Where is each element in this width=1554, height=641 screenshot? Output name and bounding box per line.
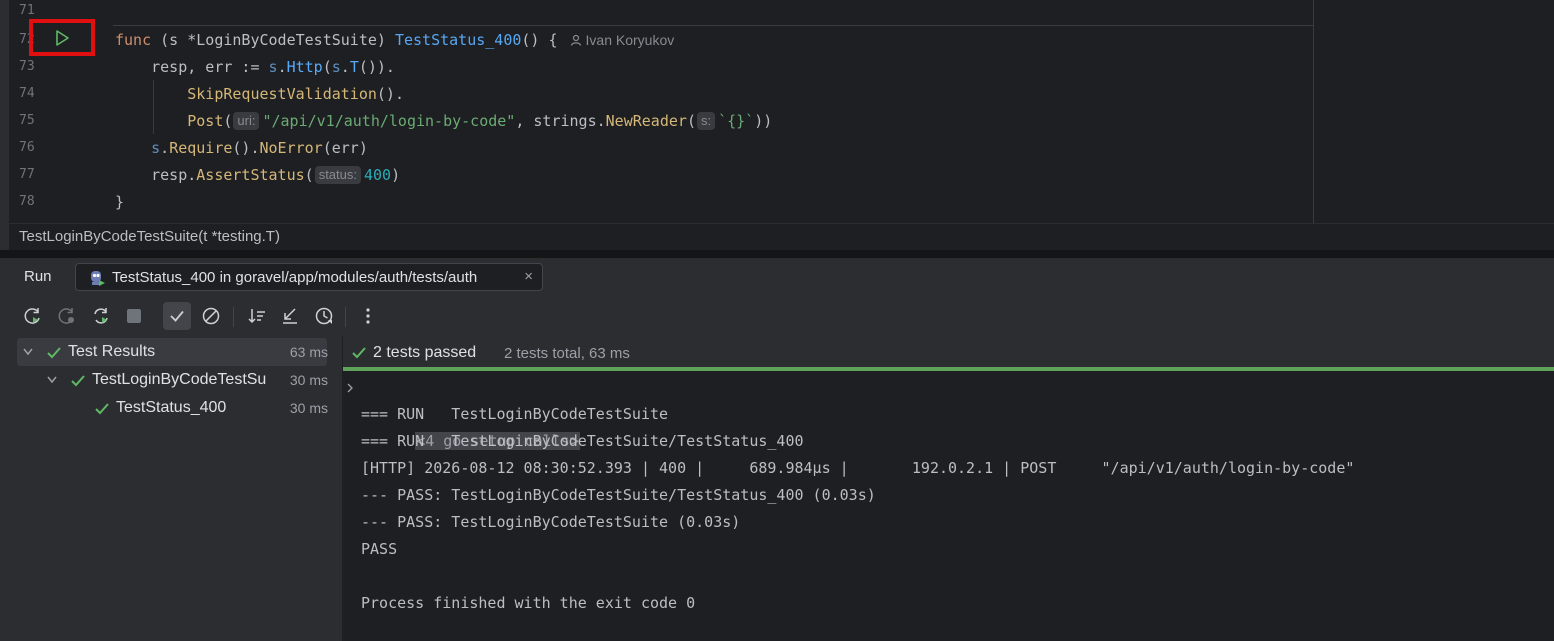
rerun-icon (24, 308, 40, 324)
tree-item-test[interactable]: TestStatus_400 30 ms (17, 394, 328, 422)
run-header: Run TestStatus_400 in goravel/app/module… (9, 258, 1554, 296)
code-line-77: resp.AssertStatus(status: 400) (151, 166, 401, 184)
toolbar-separator (233, 307, 234, 327)
tree-item-label: Test Results (68, 343, 156, 360)
code-line-74: SkipRequestValidation(). (187, 85, 404, 103)
param-hint-s: s: (696, 112, 716, 130)
breadcrumb[interactable]: TestLoginByCodeTestSuite(t *testing.T) (9, 223, 1554, 250)
duration-label: 63 ms (289, 344, 328, 360)
test-progress-bar (343, 367, 1554, 371)
rerun-automatically-button[interactable] (87, 302, 115, 330)
line-number: 76 (19, 140, 35, 155)
run-tool-window: Run TestStatus_400 in goravel/app/module… (9, 258, 1554, 641)
breadcrumb-item[interactable]: TestLoginByCodeTestSuite(t *testing.T) (19, 228, 280, 245)
left-tool-strip (0, 0, 9, 641)
code-line-75: Post(uri: "/api/v1/auth/login-by-code", s… (187, 112, 773, 130)
user-icon (570, 34, 581, 46)
test-history-button[interactable] (310, 302, 338, 330)
right-margin-guide (1313, 0, 1314, 223)
rerun-button[interactable] (19, 302, 47, 330)
console-line: PASS (361, 540, 398, 558)
run-window-title: Run (24, 268, 52, 285)
go-test-icon (91, 271, 105, 286)
console-line: --- PASS: TestLoginByCodeTestSuite (0.03… (361, 513, 741, 531)
code-line-78: } (115, 193, 125, 211)
check-icon (95, 403, 109, 415)
rerun-failed-button[interactable] (53, 302, 81, 330)
run-tab-label: TestStatus_400 in goravel/app/modules/au… (112, 269, 478, 286)
collapse-icon (283, 308, 297, 324)
rerun-failed-icon (58, 308, 74, 324)
param-hint-uri: uri: (233, 112, 260, 130)
line-number: 77 (19, 167, 35, 182)
show-ignored-toggle[interactable] (197, 302, 225, 330)
console-line: --- PASS: TestLoginByCodeTestSuite/TestS… (361, 486, 876, 504)
run-toolbar (9, 298, 1554, 334)
console-line: [HTTP] 2026-08-12 08:30:52.393 | 400 | 6… (361, 459, 1355, 477)
line-number: 78 (19, 194, 35, 209)
code-editor[interactable]: 71 72 73 74 75 76 77 78 func (s *LoginBy… (0, 0, 1554, 641)
sort-icon (248, 309, 265, 324)
code-area[interactable]: func (s *LoginByCodeTestSuite) TestStatu… (113, 0, 1313, 223)
more-options-button[interactable] (354, 302, 382, 330)
folded-setup-calls[interactable]: <4 go setup calls> (347, 374, 580, 450)
test-status-bar: 2 tests passed 2 tests total, 63 ms (343, 336, 1554, 370)
editor-gutter: 71 72 73 74 75 76 77 78 (9, 0, 113, 223)
test-results-tree[interactable]: Test Results 63 ms TestLoginByCodeTestSu… (9, 336, 342, 641)
console-line: === RUN TestLoginByCodeTestSuite (361, 405, 669, 423)
tests-total-label: 2 tests total, 63 ms (504, 345, 630, 362)
code-line-72: func (s *LoginByCodeTestSuite) TestStatu… (115, 31, 675, 49)
console-line: Process finished with the exit code 0 (361, 594, 696, 612)
code-line-76: s.Require().NoError(err) (151, 139, 368, 157)
chevron-down-icon[interactable] (46, 375, 58, 385)
panel-splitter[interactable] (0, 250, 1554, 258)
tree-item-label: TestStatus_400 (116, 399, 227, 416)
collapse-button[interactable] (276, 302, 304, 330)
check-icon (47, 347, 61, 359)
close-icon[interactable]: × (524, 268, 533, 285)
code-line-73: resp, err := s.Http(s.T()). (151, 58, 395, 76)
rerun-auto-icon (94, 308, 108, 324)
run-config-tab[interactable]: TestStatus_400 in goravel/app/modules/au… (75, 263, 543, 291)
line-number: 73 (19, 59, 35, 74)
more-icon (366, 308, 370, 324)
duration-label: 30 ms (289, 372, 328, 388)
chevron-down-icon[interactable] (22, 347, 34, 357)
check-icon (71, 375, 85, 387)
show-passed-toggle[interactable] (163, 302, 191, 330)
tree-item-test-results[interactable]: Test Results 63 ms (17, 338, 328, 366)
run-test-gutter-button[interactable] (29, 19, 95, 56)
tree-item-label: TestLoginByCodeTestSu (92, 371, 267, 388)
chevron-right-icon[interactable] (346, 383, 354, 393)
line-number: 74 (19, 86, 35, 101)
history-icon (315, 307, 333, 325)
author-hint[interactable]: Ivan Koryukov (570, 32, 674, 48)
param-hint-status: status: (314, 166, 361, 184)
console-output[interactable]: 2 tests passed 2 tests total, 63 ms <4 g… (343, 336, 1554, 641)
stop-button[interactable] (120, 302, 148, 330)
show-ignored-icon (202, 307, 220, 325)
toolbar-separator (345, 307, 346, 327)
check-icon (352, 347, 366, 359)
sort-button[interactable] (243, 302, 271, 330)
console-line: === RUN TestLoginByCodeTestSuite/TestSta… (361, 432, 804, 450)
line-number: 75 (19, 113, 35, 128)
play-icon (56, 30, 69, 46)
tests-passed-label: 2 tests passed (373, 344, 477, 361)
stop-icon (127, 309, 141, 323)
tree-item-suite[interactable]: TestLoginByCodeTestSu 30 ms (17, 366, 328, 394)
duration-label: 30 ms (289, 400, 328, 416)
show-passed-icon (170, 310, 184, 322)
